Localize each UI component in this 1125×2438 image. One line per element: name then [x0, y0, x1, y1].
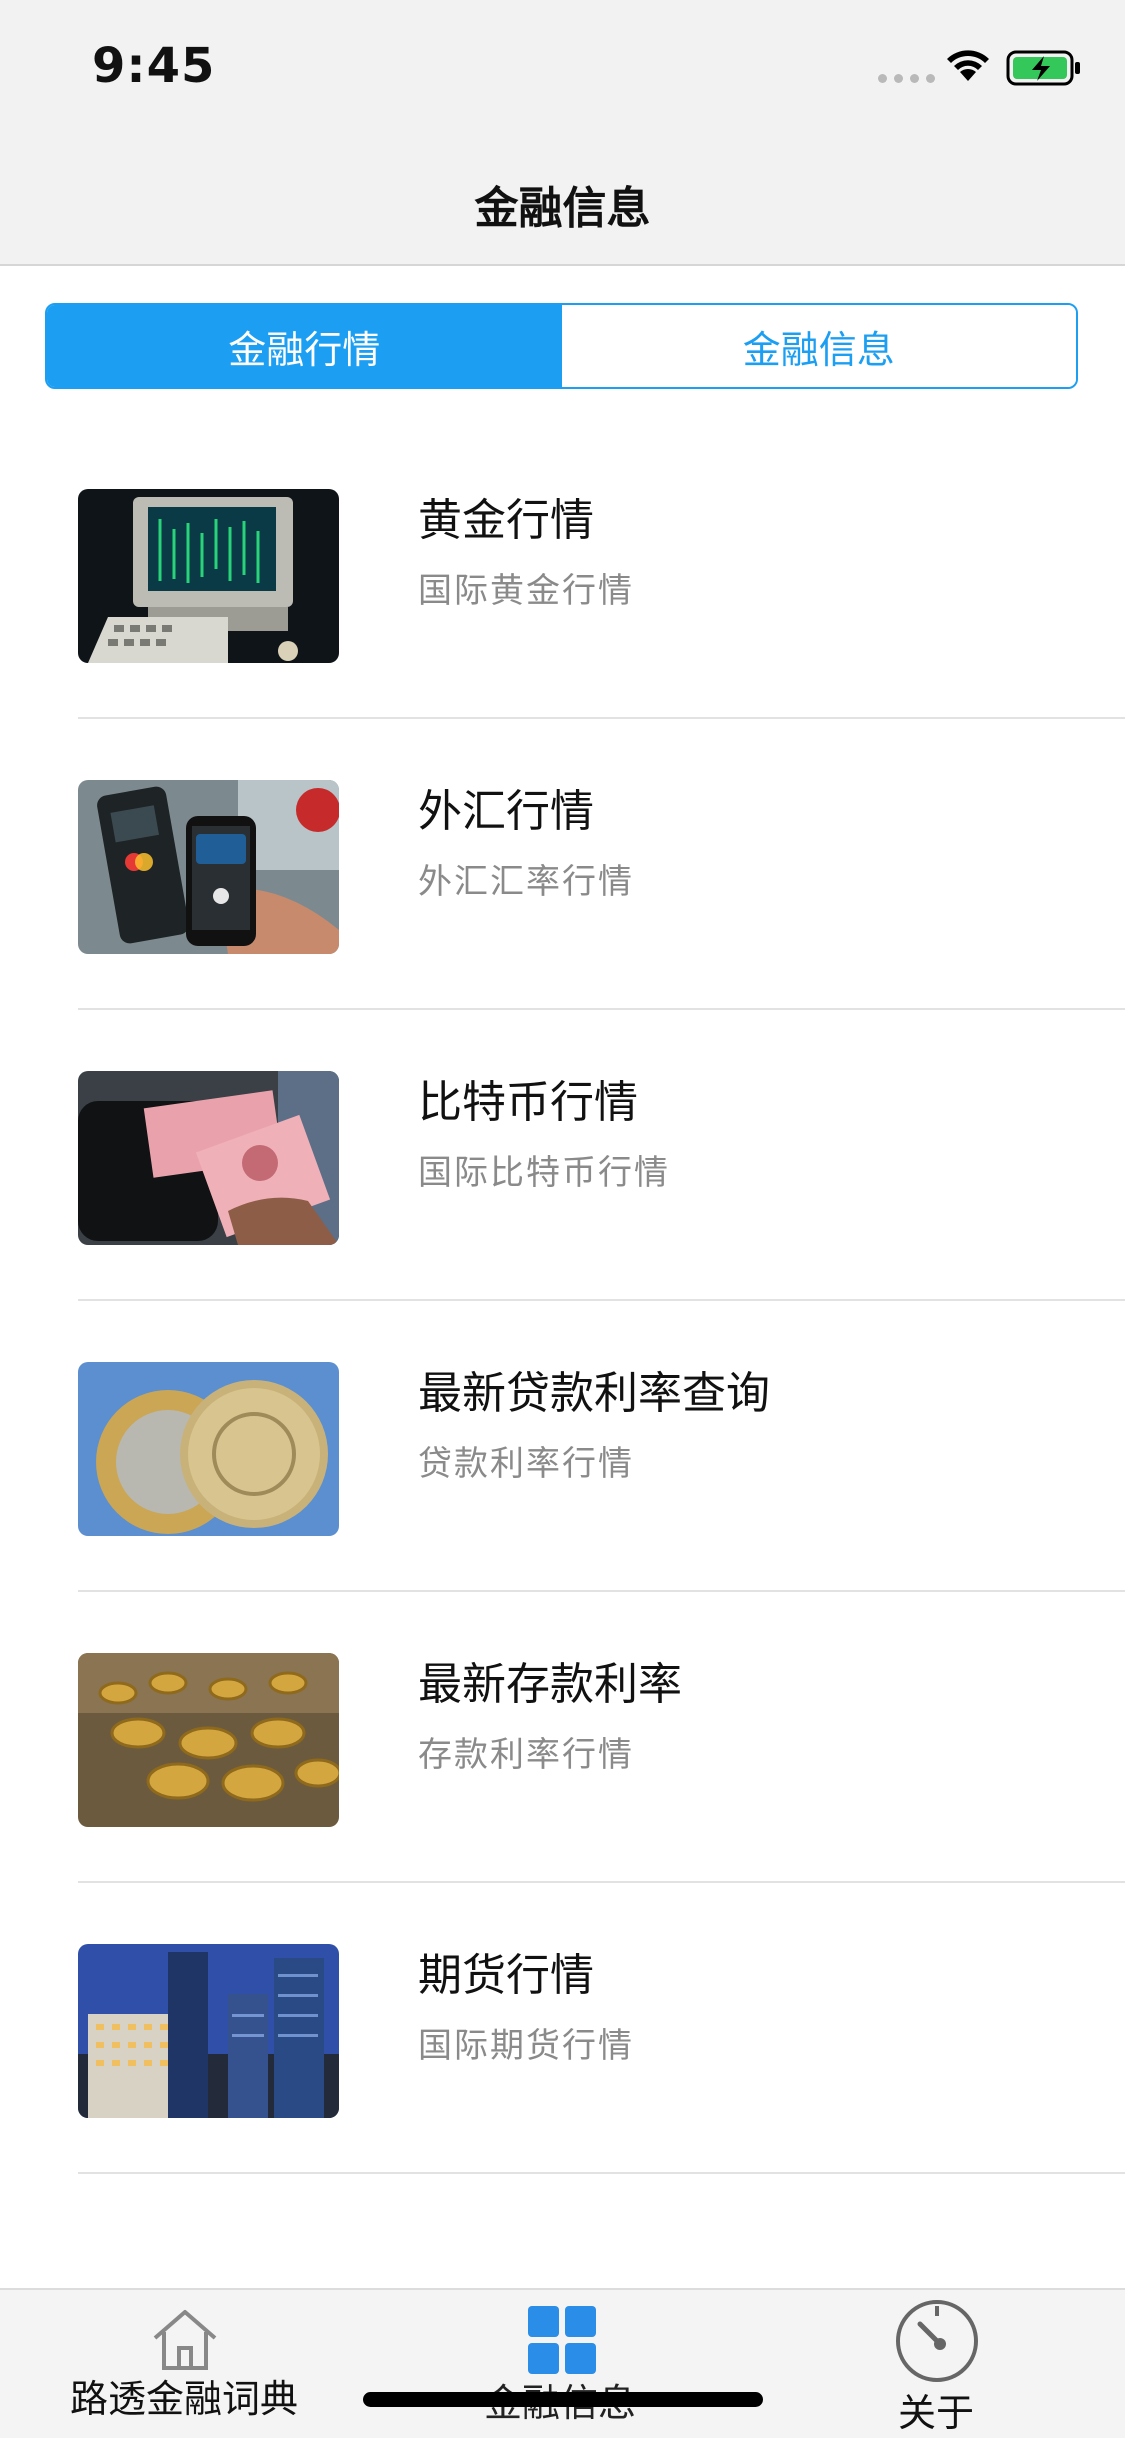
market-list: 黄金行情 国际黄金行情 外汇行情 外汇汇率行情 比特币行情 国际比特币行情 最新…: [0, 428, 1125, 2174]
list-item[interactable]: 比特币行情 国际比特币行情: [0, 1010, 1125, 1301]
tab-finance-info[interactable]: 金融信息: [460, 2290, 660, 2438]
item-title: 期货行情: [418, 1950, 594, 2001]
item-subtitle: 国际期货行情: [418, 2026, 634, 2066]
item-thumbnail: [78, 1362, 339, 1536]
list-item[interactable]: 期货行情 国际期货行情: [0, 1883, 1125, 2174]
tab-bar: 路透金融词典 金融信息 关于: [0, 2288, 1125, 2438]
item-title: 外汇行情: [418, 786, 594, 837]
item-thumbnail: [78, 489, 339, 663]
tab-dictionary[interactable]: 路透金融词典: [60, 2290, 320, 2438]
tab-label: 路透金融词典: [70, 2377, 299, 2421]
battery-icon: [1006, 50, 1080, 86]
home-icon: [153, 2310, 217, 2370]
list-item[interactable]: 黄金行情 国际黄金行情: [0, 428, 1125, 719]
item-title: 黄金行情: [418, 495, 594, 546]
tab-label: 关于: [898, 2391, 975, 2435]
item-title: 比特币行情: [418, 1077, 638, 1128]
item-subtitle: 国际黄金行情: [418, 571, 634, 611]
segmented-control: 金融行情 金融信息: [45, 303, 1078, 389]
row-divider: [78, 2172, 1125, 2174]
segment-info[interactable]: 金融信息: [561, 305, 1076, 387]
item-thumbnail: [78, 780, 339, 954]
grid-icon: [528, 2306, 596, 2374]
status-time: 9:45: [92, 38, 216, 94]
item-subtitle: 外汇汇率行情: [418, 862, 634, 902]
item-thumbnail: [78, 1071, 339, 1245]
item-title: 最新贷款利率查询: [418, 1368, 770, 1419]
item-subtitle: 存款利率行情: [418, 1735, 634, 1775]
item-thumbnail: [78, 1944, 339, 2118]
item-subtitle: 贷款利率行情: [418, 1444, 634, 1484]
page-title: 金融信息: [474, 183, 651, 234]
home-indicator: [363, 2392, 763, 2407]
status-bar: 9:45: [0, 0, 1125, 132]
list-item[interactable]: 外汇行情 外汇汇率行情: [0, 719, 1125, 1010]
item-title: 最新存款利率: [418, 1659, 682, 1710]
list-item[interactable]: 最新存款利率 存款利率行情: [0, 1592, 1125, 1883]
list-item[interactable]: 最新贷款利率查询 贷款利率行情: [0, 1301, 1125, 1592]
item-subtitle: 国际比特币行情: [418, 1153, 670, 1193]
signal-icon: [878, 74, 935, 83]
segment-market[interactable]: 金融行情: [47, 305, 562, 387]
compass-icon: [896, 2300, 978, 2382]
tab-about[interactable]: 关于: [880, 2290, 1000, 2438]
item-thumbnail: [78, 1653, 339, 1827]
navigation-bar: 金融信息: [0, 132, 1125, 266]
wifi-icon: [947, 50, 989, 81]
